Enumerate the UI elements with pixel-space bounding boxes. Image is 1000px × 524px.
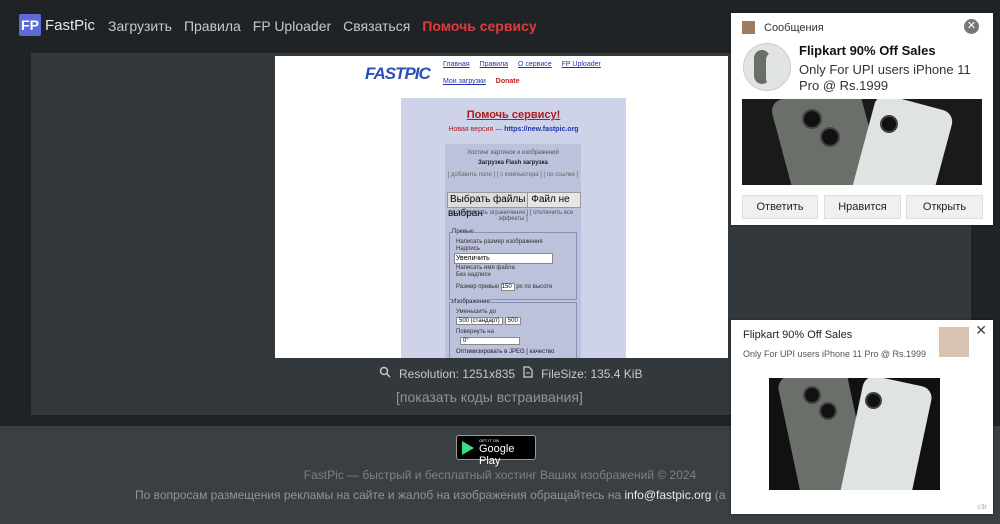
notification-header: Сообщения bbox=[742, 21, 824, 34]
app-icon bbox=[742, 21, 755, 34]
nav-contact[interactable]: Связаться bbox=[343, 18, 410, 34]
preview-file-chooser: Выбрать файлы Файл не выбран bbox=[447, 192, 581, 219]
preview-size-unit: px bbox=[516, 284, 523, 290]
ad-body: Only For UPI users iPhone 11 Pro @ Rs.19… bbox=[743, 349, 927, 359]
resolution-text: Resolution: 1251x835 bbox=[399, 366, 516, 381]
camera-lens bbox=[865, 392, 882, 409]
notification-body: Only For UPI users iPhone 11 Pro @ Rs.19… bbox=[799, 62, 971, 93]
new-version-url: https://new.fastpic.org bbox=[504, 126, 579, 133]
image-stats: Resolution: 1251x835 FileSize: 135.4 KiB bbox=[379, 366, 642, 381]
ad-image[interactable] bbox=[769, 378, 940, 490]
opt-filename: Написать имя файла bbox=[456, 265, 515, 271]
push-notification[interactable]: Сообщения ✕ Flipkart 90% Off Sales Only … bbox=[731, 13, 993, 225]
reply-button[interactable]: Ответить bbox=[742, 195, 818, 219]
filesize-text: FileSize: 135.4 KiB bbox=[541, 366, 643, 381]
nav-help-service[interactable]: Помочь сервису bbox=[422, 18, 536, 34]
preview-link-my-uploads: Мои загрузки bbox=[443, 78, 486, 85]
camera-lens bbox=[802, 109, 822, 129]
camera-lens bbox=[820, 127, 840, 147]
reduce-row: 500 (стандарт) 500 bbox=[456, 317, 521, 325]
preview-size-label: Размер превью bbox=[456, 284, 500, 290]
site-logo[interactable]: FP FastPic bbox=[19, 14, 95, 36]
camera-lens bbox=[803, 386, 821, 404]
new-version-label: Новая версия — bbox=[448, 126, 503, 133]
preview-upload-box: Хостинг картинок и изображений Загрузка … bbox=[445, 144, 581, 358]
preview-fastpic-logo: FASTPIC bbox=[365, 64, 431, 83]
phone-graphic bbox=[838, 378, 934, 490]
logo-mark: FP bbox=[19, 14, 41, 36]
ad-thumbnail bbox=[939, 327, 969, 357]
reduce-value: 500 bbox=[504, 317, 521, 325]
preview-size-value: 150 bbox=[500, 283, 515, 291]
ad-mark: c3r bbox=[977, 504, 987, 511]
nav-upload[interactable]: Загрузить bbox=[108, 18, 172, 34]
preview-help-title: Помочь сервису! bbox=[466, 109, 561, 121]
like-button[interactable]: Нравится bbox=[824, 195, 901, 219]
search-icon bbox=[379, 366, 391, 381]
preview-link-home: Главная bbox=[443, 61, 470, 68]
rotate-select: 0° bbox=[460, 337, 520, 345]
file-icon bbox=[523, 366, 533, 381]
show-embed-codes-link[interactable]: [показать коды встраивания] bbox=[396, 389, 583, 405]
preview-links-row: Главная Правила О сервисе FP Uploader bbox=[443, 61, 609, 68]
opt-caption: Надпись bbox=[456, 246, 480, 252]
close-icon[interactable]: ✕ bbox=[964, 19, 979, 34]
notification-title: Flipkart 90% Off Sales bbox=[799, 43, 936, 58]
footer-contact-prefix: По вопросам размещения рекламы на сайте … bbox=[135, 488, 622, 502]
phone-graphic bbox=[766, 52, 782, 86]
opt-size: Нaписать размер изображения bbox=[456, 239, 543, 245]
preview-size-row: Размер превью 150 px по высоте bbox=[456, 283, 552, 291]
ad-popup[interactable]: Flipkart 90% Off Sales Only For UPI user… bbox=[731, 320, 993, 514]
notification-avatar bbox=[743, 43, 791, 91]
preview-link-uploader: FP Uploader bbox=[561, 61, 601, 68]
add-field-links: [ добавить поле ] [ с компьютера ] [ по … bbox=[447, 172, 579, 178]
optimize-label: Оптимизировать в JPEG [ качество bbox=[456, 349, 555, 355]
google-play-icon bbox=[462, 441, 474, 455]
preview-fieldset: Превью Нaписать размер изображения Надпи… bbox=[449, 229, 577, 300]
image-legend: Изображение bbox=[452, 299, 490, 305]
preview-new-version: Новая версия — https://new.fastpic.org bbox=[401, 126, 626, 133]
open-button[interactable]: Открыть bbox=[906, 195, 983, 219]
preview-link-about: О сервисе bbox=[518, 61, 552, 68]
preview-panel: Помочь сервису! Новая версия — https://n… bbox=[401, 98, 626, 358]
by-height-label: по высоте bbox=[524, 284, 553, 290]
notification-source: Сообщения bbox=[764, 21, 824, 34]
main-nav: Загрузить Правила FP Uploader Связаться … bbox=[108, 18, 537, 34]
nav-rules[interactable]: Правила bbox=[184, 18, 241, 34]
logo-text: FastPic bbox=[45, 16, 96, 34]
preview-links-row-2: Мои загрузки Donate bbox=[443, 78, 520, 85]
footer-contact-suffix: (а bbox=[714, 488, 726, 502]
upload-tabs: Загрузка Flash загрузка bbox=[478, 160, 548, 166]
close-icon[interactable]: ✕ bbox=[975, 322, 987, 339]
choose-files-label: Выбрать файлы bbox=[448, 193, 529, 207]
opt-none: Без надписи bbox=[456, 272, 491, 278]
camera-lens bbox=[819, 402, 837, 420]
caption-input: Увеличить bbox=[454, 253, 553, 264]
ad-title: Flipkart 90% Off Sales bbox=[743, 329, 853, 341]
limits-links: [ посмотреть ограничения ] [ отключить в… bbox=[452, 210, 574, 222]
reduce-to: Уменьшить до bbox=[456, 309, 496, 315]
rotate-label: Повернуть на bbox=[456, 329, 494, 335]
uploaded-image-preview[interactable]: FASTPIC Главная Правила О сервисе FP Upl… bbox=[275, 56, 728, 358]
image-fieldset: Изображение Уменьшить до 500 (стандарт) … bbox=[449, 299, 577, 358]
box-title: Хостинг картинок и изображений bbox=[467, 150, 559, 156]
gplay-big-text: Google Play bbox=[479, 443, 515, 467]
notification-image bbox=[742, 99, 982, 185]
nav-fp-uploader[interactable]: FP Uploader bbox=[253, 18, 331, 34]
camera-lens bbox=[880, 115, 898, 133]
preview-link-rules: Правила bbox=[479, 61, 509, 68]
footer-contact-line: По вопросам размещения рекламы на сайте … bbox=[135, 488, 725, 502]
preview-legend: Превью bbox=[452, 229, 474, 235]
reduce-select: 500 (стандарт) bbox=[456, 317, 503, 325]
footer-email-link[interactable]: info@fastpic.org bbox=[625, 488, 712, 502]
google-play-badge[interactable]: GET IT ON Google Play bbox=[456, 435, 536, 467]
preview-link-donate: Donate bbox=[495, 78, 520, 85]
